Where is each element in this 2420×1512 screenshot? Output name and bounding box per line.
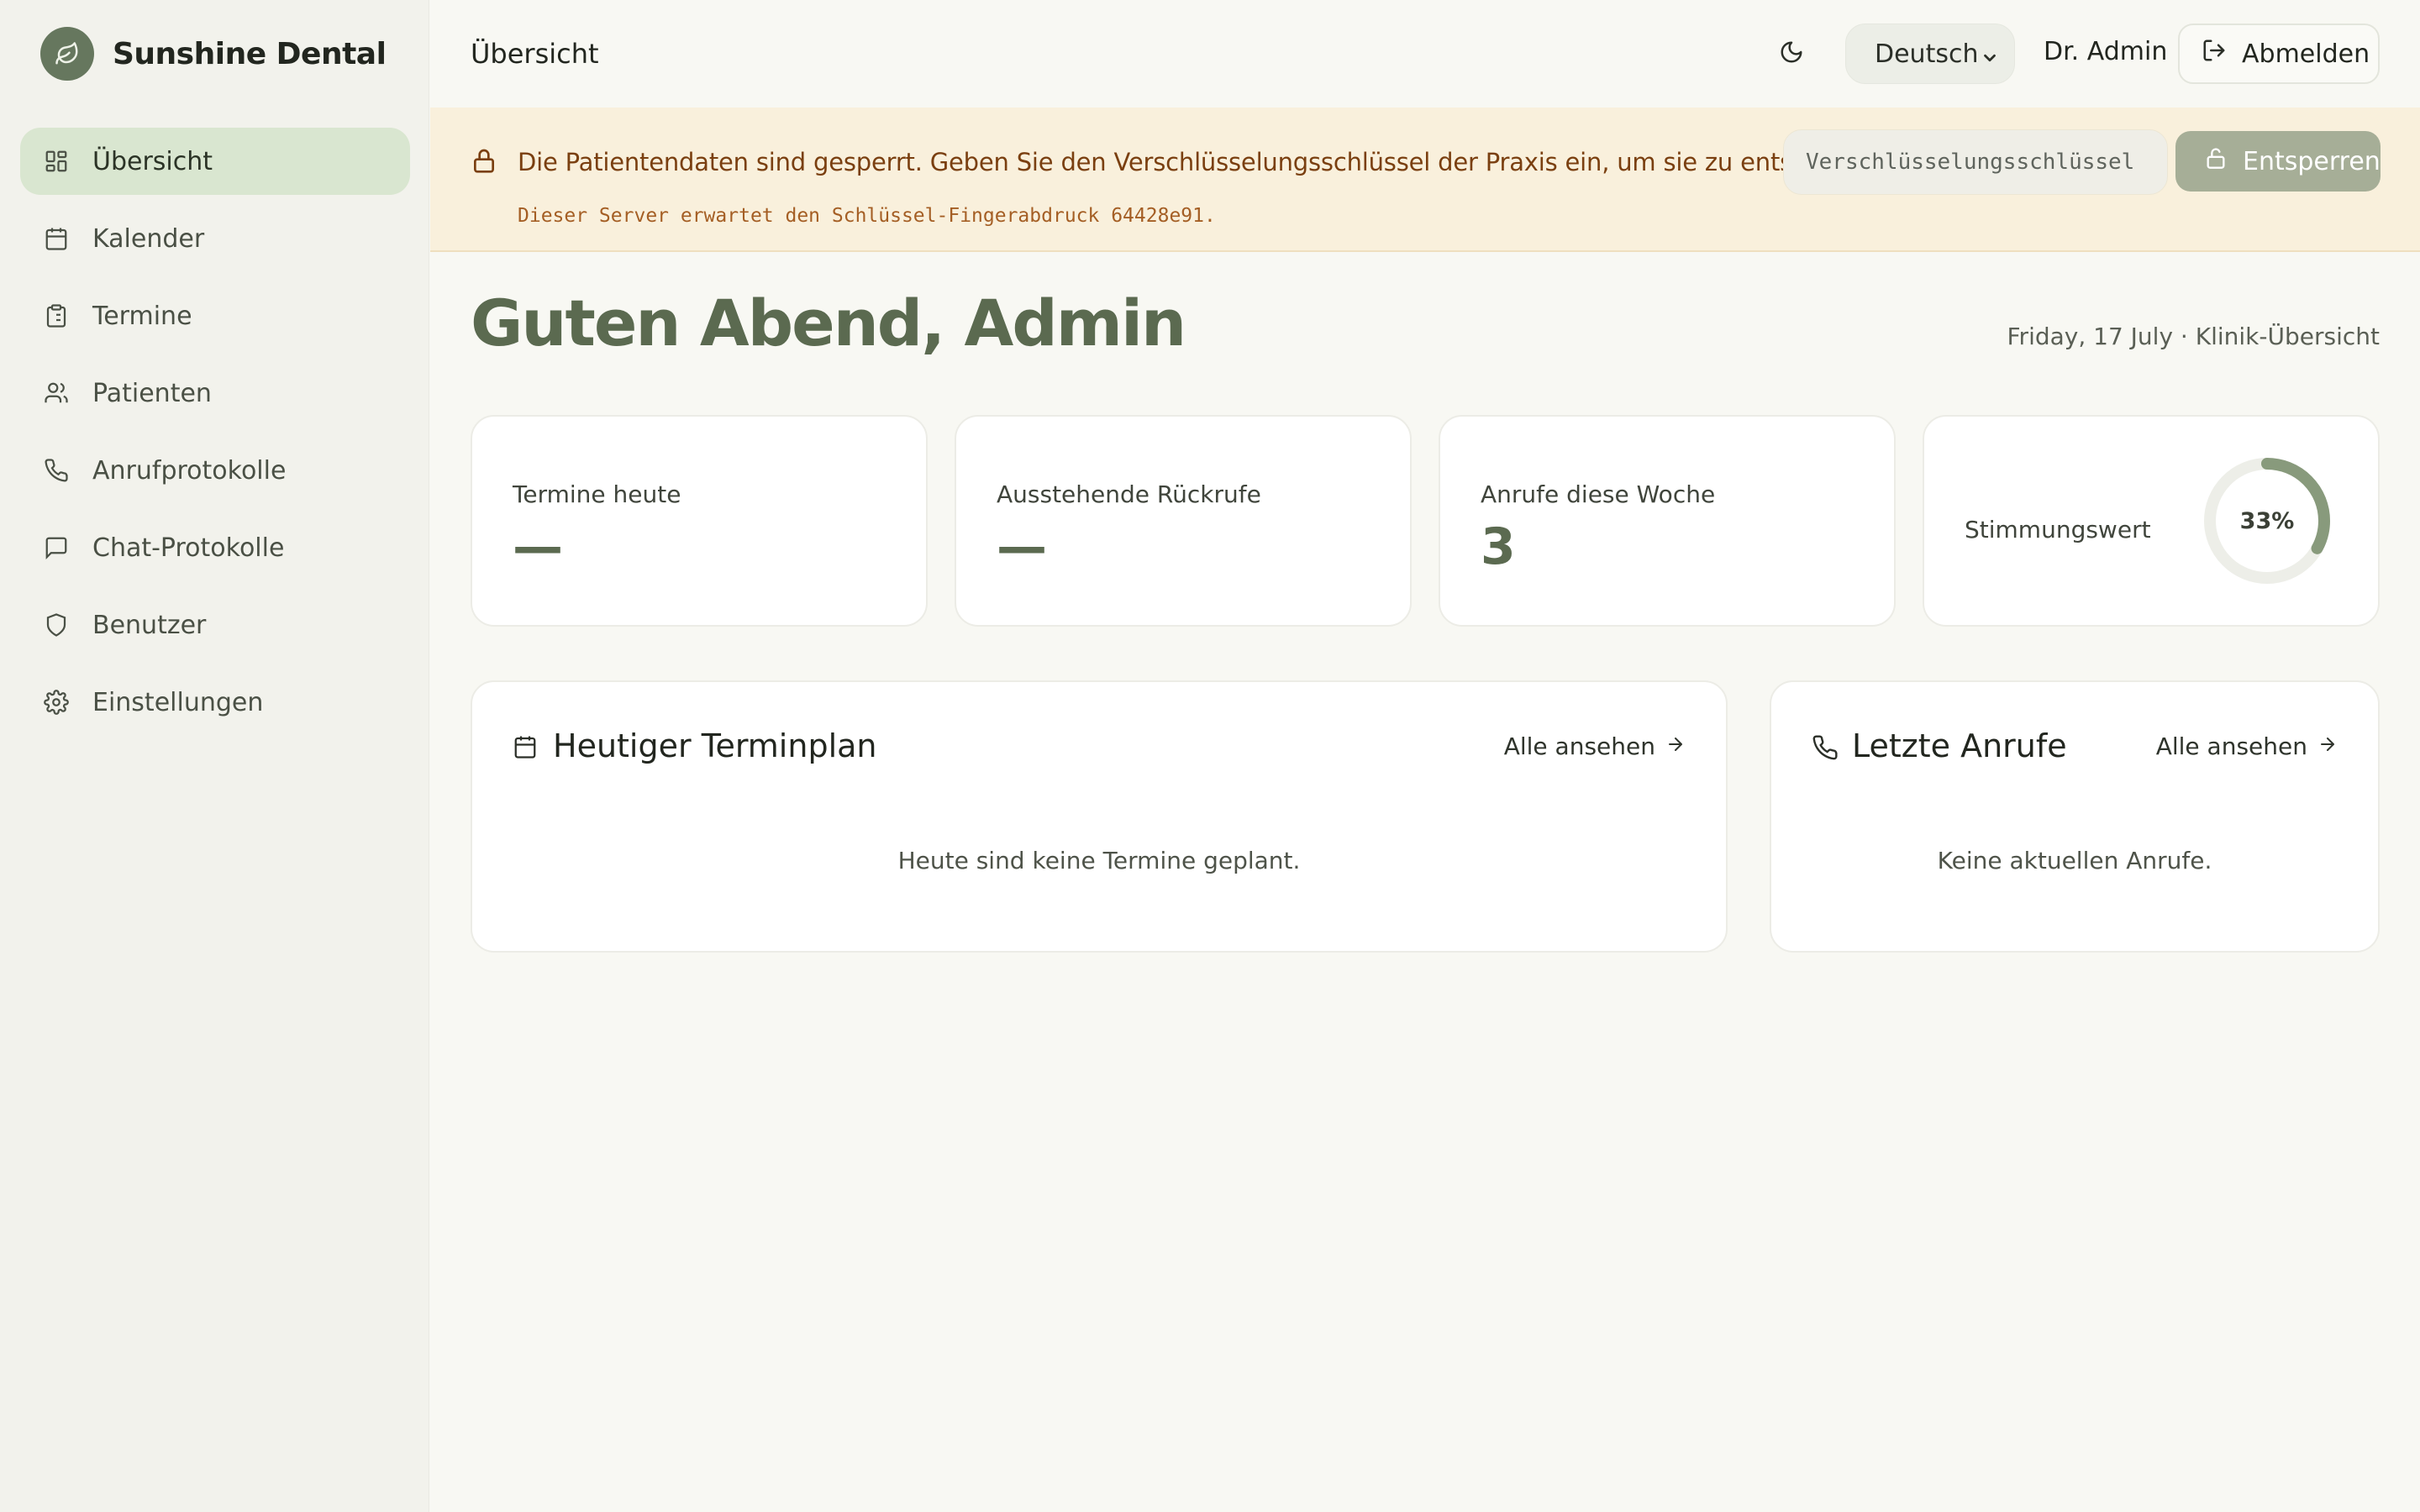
users-icon (42, 379, 71, 407)
sidebar-item-label: Einstellungen (92, 687, 264, 717)
moon-icon (1779, 39, 1804, 68)
leaf-icon (40, 27, 94, 81)
calendar-icon (513, 734, 538, 763)
sidebar-item-label: Anrufprotokolle (92, 455, 287, 486)
view-all-label: Alle ansehen (1503, 732, 1655, 760)
sidebar-item-label: Kalender (92, 223, 205, 254)
language-select[interactable]: Deutsch (1845, 24, 2015, 84)
theme-toggle-button[interactable] (1771, 34, 1812, 74)
stat-card-anrufe-diese-woche: Anrufe diese Woche 3 (1439, 415, 1896, 627)
sidebar-item-label: Termine (92, 301, 192, 331)
sidebar-item-label: Übersicht (92, 146, 213, 176)
unlock-label: Entsperren (2243, 146, 2381, 176)
chat-icon (42, 533, 71, 562)
sidebar-item-patienten[interactable]: Patienten (20, 360, 410, 427)
sidebar-item-label: Patienten (92, 378, 212, 408)
gauge-value: 33% (2239, 507, 2295, 534)
sidebar-item-anrufprotokolle[interactable]: Anrufprotokolle (20, 437, 410, 504)
stat-value: 3 (1481, 517, 1516, 576)
stat-label: Ausstehende Rückrufe (997, 480, 1261, 508)
view-all-label: Alle ansehen (2155, 732, 2307, 760)
stat-value: — (513, 517, 563, 576)
encryption-key-input[interactable] (1783, 129, 2168, 195)
stat-label: Termine heute (513, 480, 681, 508)
logout-button[interactable]: Abmelden (2178, 24, 2380, 84)
sidebar-item-termine[interactable]: Termine (20, 282, 410, 349)
lock-icon (471, 146, 497, 178)
date-line: Friday, 17 July · Klinik-Übersicht (2007, 323, 2380, 350)
logout-label: Abmelden (2242, 39, 2370, 69)
recent-calls-panel: Letzte Anrufe Alle ansehen Keine aktuell… (1770, 680, 2380, 953)
sidebar-item-benutzer[interactable]: Benutzer (20, 591, 410, 659)
calendar-icon (42, 224, 71, 253)
clipboard-icon (42, 302, 71, 330)
stat-label: Anrufe diese Woche (1481, 480, 1716, 508)
locked-data-banner: Die Patientendaten sind gesperrt. Geben … (430, 108, 2420, 252)
stat-card-termine-heute: Termine heute — (471, 415, 928, 627)
logout-icon (2202, 38, 2227, 70)
greeting: Guten Abend, Admin (471, 286, 1186, 360)
sidebar-item-chat-protokolle[interactable]: Chat-Protokolle (20, 514, 410, 581)
sidebar-item-label: Chat-Protokolle (92, 533, 285, 563)
arrow-right-icon (1665, 732, 1686, 760)
sidebar-item-kalender[interactable]: Kalender (20, 205, 410, 272)
schedule-panel: Heutiger Terminplan Alle ansehen Heute s… (471, 680, 1728, 953)
sidebar-item-einstellungen[interactable]: Einstellungen (20, 669, 410, 736)
unlock-icon (2204, 145, 2228, 177)
sidebar: Sunshine Dental Übersicht Kalender Termi… (0, 0, 429, 1512)
sidebar-item-uebersicht[interactable]: Übersicht (20, 128, 410, 195)
top-bar: Übersicht Deutsch Dr. Admin Abmelden (430, 0, 2420, 108)
view-all-appointments-link[interactable]: Alle ansehen (1504, 732, 1686, 760)
stat-card-ausstehende-rueckrufe: Ausstehende Rückrufe — (955, 415, 1412, 627)
brand[interactable]: Sunshine Dental (40, 26, 387, 81)
empty-state-text: Keine aktuellen Anrufe. (1937, 847, 2212, 874)
banner-message: Die Patientendaten sind gesperrt. Geben … (518, 148, 1880, 176)
panel-title: Heutiger Terminplan (553, 727, 877, 764)
shield-icon (42, 611, 71, 639)
banner-fingerprint-note: Dieser Server erwartet den Schlüssel-Fin… (518, 205, 1216, 227)
sidebar-item-label: Benutzer (92, 610, 207, 640)
view-all-calls-link[interactable]: Alle ansehen (2156, 732, 2338, 760)
arrow-right-icon (2317, 732, 2338, 760)
sidebar-nav: Übersicht Kalender Termine Patienten Anr… (20, 128, 410, 746)
brand-name: Sunshine Dental (113, 36, 387, 71)
language-value: Deutsch (1875, 39, 1979, 69)
empty-state-text: Heute sind keine Termine geplant. (897, 847, 1301, 874)
stat-value: — (997, 517, 1047, 576)
phone-icon (1812, 734, 1839, 764)
panel-title: Letzte Anrufe (1852, 727, 2067, 764)
phone-icon (42, 456, 71, 485)
user-name: Dr. Admin (2044, 37, 2168, 66)
gear-icon (42, 688, 71, 717)
chevron-down-icon (1981, 45, 1999, 74)
unlock-button[interactable]: Entsperren (2175, 131, 2381, 192)
grid-icon (42, 147, 71, 176)
page-title: Übersicht (471, 38, 599, 70)
gauge-label: Stimmungswert (1965, 516, 2151, 543)
stat-card-stimmungswert: Stimmungswert 33% (1923, 415, 2380, 627)
